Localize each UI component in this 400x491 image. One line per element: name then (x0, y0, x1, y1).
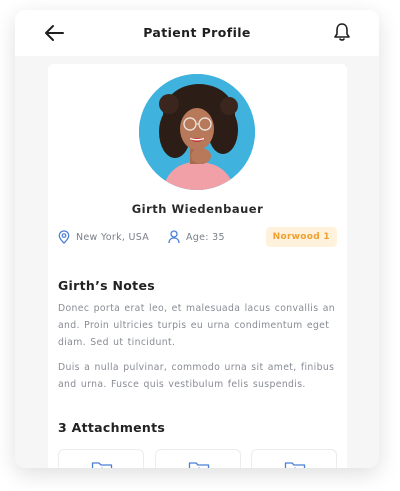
avatar (139, 74, 255, 190)
bell-icon (334, 23, 350, 41)
notes-paragraph-1: Donec porta erat leo, et malesuada lacus… (58, 303, 335, 348)
profile-card: Girth Wiedenbauer New York, USA Age: 35 … (48, 64, 347, 468)
notifications-button[interactable] (333, 22, 351, 42)
attachment-item[interactable] (155, 449, 241, 468)
notes-paragraph-2: Duis a nulla pulvinar, commodo urna sit … (58, 362, 335, 390)
attachment-item[interactable] (251, 449, 337, 468)
patient-photo (139, 74, 255, 190)
notes-title: Girth’s Notes (58, 278, 155, 293)
age-info: Age: 35 (168, 230, 225, 244)
user-icon (168, 230, 180, 244)
location-info: New York, USA (58, 230, 149, 244)
age-text: Age: 35 (186, 231, 225, 243)
patient-meta: New York, USA Age: 35 Norwood 1 (58, 227, 337, 249)
folder-download-icon (91, 462, 113, 468)
status-badge: Norwood 1 (265, 227, 337, 247)
location-text: New York, USA (76, 231, 150, 243)
patient-name: Girth Wiedenbauer (131, 202, 264, 216)
phone-frame: Patient Profile Girth Wiedenbauer New Yo… (15, 10, 379, 468)
attachment-item[interactable] (58, 449, 144, 468)
app-header: Patient Profile (15, 10, 379, 56)
location-pin-icon (58, 230, 70, 244)
folder-download-icon (188, 462, 210, 468)
page-title: Patient Profile (143, 25, 251, 40)
folder-download-icon (284, 462, 306, 468)
attachments-title: 3 Attachments (58, 420, 166, 435)
